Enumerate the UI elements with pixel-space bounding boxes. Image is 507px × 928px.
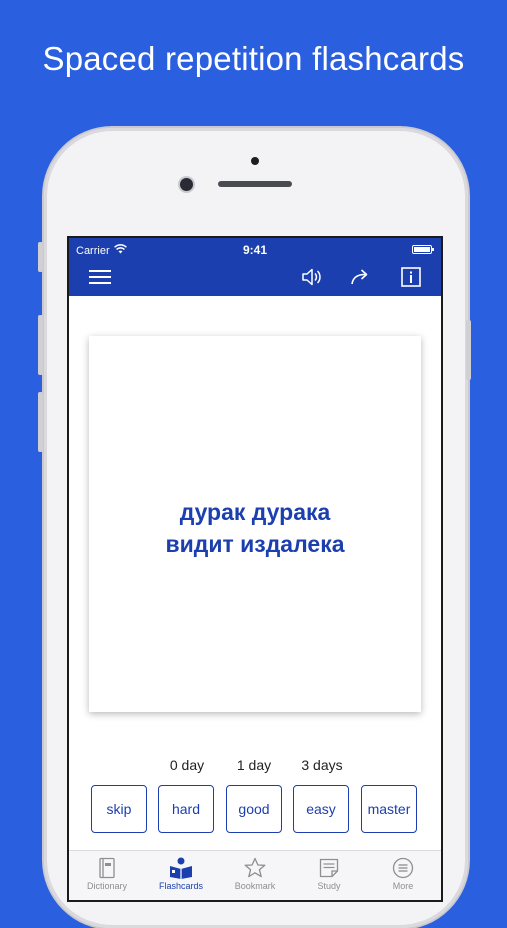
share-arrow-icon[interactable] <box>348 265 374 289</box>
interval-easy: 3 days <box>301 757 343 773</box>
tab-study[interactable]: Study <box>292 855 366 891</box>
easy-button[interactable]: easy <box>293 785 349 833</box>
interval-good: 1 day <box>236 757 272 773</box>
info-icon[interactable] <box>398 265 424 289</box>
hard-button[interactable]: hard <box>158 785 214 833</box>
phone-power-button <box>466 320 471 380</box>
flashcard-line-2: видит издалека <box>165 531 345 557</box>
interval-hard: 0 day <box>169 757 205 773</box>
headline: Spaced repetition flashcards <box>42 40 465 77</box>
tab-bookmark-label: Bookmark <box>234 881 276 891</box>
app-bar: Carrier 9:41 <box>69 238 441 296</box>
hamburger-menu-icon[interactable] <box>87 265 113 289</box>
tab-more-label: More <box>392 881 414 891</box>
tab-study-label: Study <box>317 881 341 891</box>
proximity-sensor <box>251 157 259 165</box>
phone-volume-down <box>38 392 43 452</box>
phone-volume-up <box>38 315 43 375</box>
status-bar: Carrier 9:41 <box>69 238 441 260</box>
good-button[interactable]: good <box>226 785 282 833</box>
flashcards-reader-icon <box>144 855 218 881</box>
tab-dictionary-label: Dictionary <box>86 881 127 891</box>
earpiece-speaker <box>218 181 292 187</box>
app-screen: Carrier 9:41 дурак дурака видит издалека… <box>69 238 441 900</box>
interval-labels: 0 day 1 day 3 days <box>69 757 441 777</box>
status-time: 9:41 <box>242 243 268 257</box>
battery-icon <box>412 245 434 254</box>
tab-dictionary[interactable]: Dictionary <box>70 855 144 891</box>
tab-flashcards[interactable]: Flashcards <box>144 855 218 891</box>
book-icon <box>70 855 144 881</box>
master-button[interactable]: master <box>361 785 417 833</box>
skip-button[interactable]: skip <box>91 785 147 833</box>
front-camera <box>180 178 193 191</box>
flashcard-text: дурак дурака видит издалека <box>89 496 421 560</box>
tab-flashcards-label: Flashcards <box>158 881 203 891</box>
tab-more[interactable]: More <box>366 855 440 891</box>
speaker-icon[interactable] <box>299 265 325 289</box>
phone-silent-switch <box>38 242 43 272</box>
flashcard-line-1: дурак дурака <box>179 499 331 525</box>
tab-bar: Dictionary Flashcards Bookmark Study Mor… <box>69 850 441 900</box>
notepad-icon <box>292 855 366 881</box>
star-icon <box>218 855 292 881</box>
flashcard[interactable]: дурак дурака видит издалека <box>89 336 421 712</box>
more-menu-icon <box>366 855 440 881</box>
tab-bookmark[interactable]: Bookmark <box>218 855 292 891</box>
